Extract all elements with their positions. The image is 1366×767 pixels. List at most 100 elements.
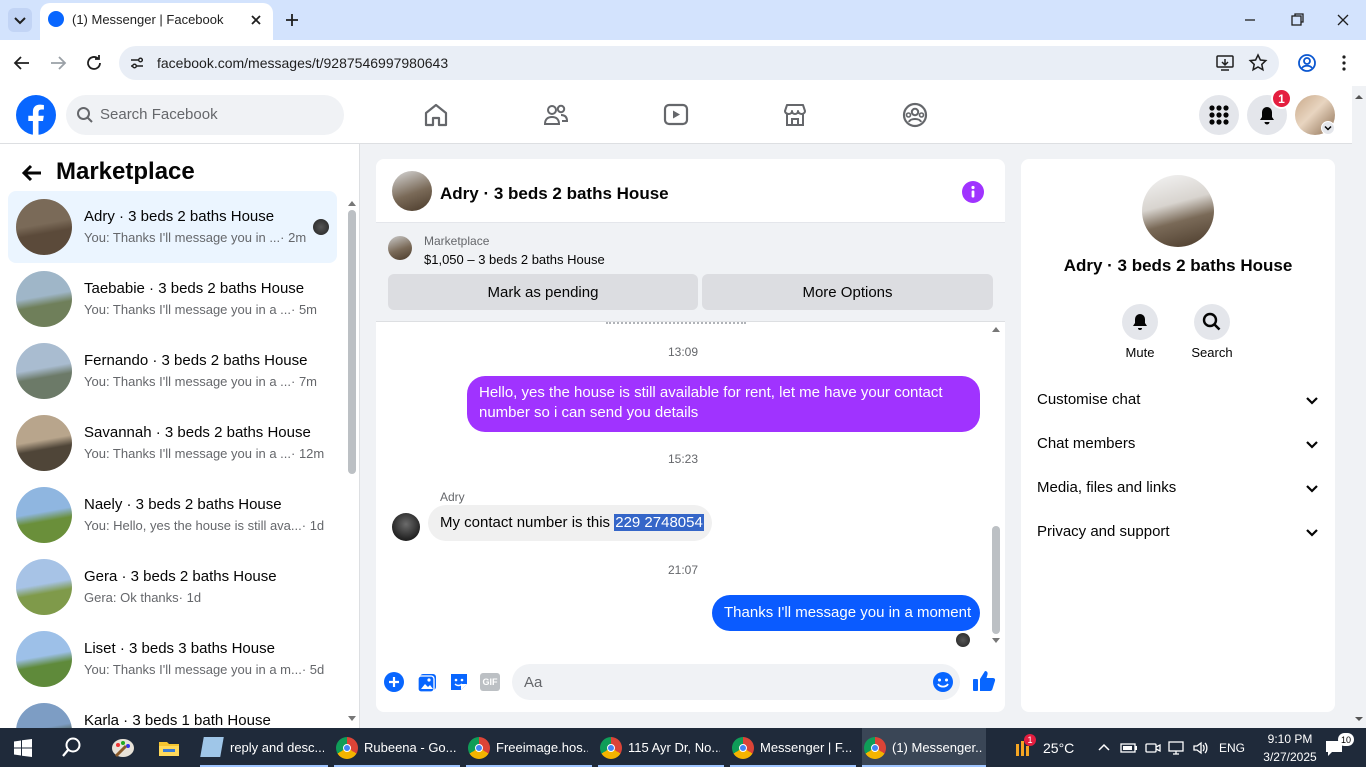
conversation-time: · 7m xyxy=(291,374,317,389)
mute-button[interactable] xyxy=(1122,304,1158,340)
volume-status[interactable] xyxy=(1192,740,1210,756)
taskbar-app-label: Freeimage.hos... xyxy=(496,740,588,755)
tab-search-button[interactable] xyxy=(8,8,32,32)
clock-date[interactable]: 3/27/2025 xyxy=(1256,750,1324,764)
facebook-logo[interactable] xyxy=(15,94,57,136)
conversation-thumbnail xyxy=(16,199,72,255)
action-center-badge: 10 xyxy=(1338,733,1354,746)
url-text[interactable]: facebook.com/messages/t/9287546997980643 xyxy=(157,55,448,71)
sticker-button[interactable] xyxy=(448,671,470,693)
gif-button[interactable]: GIF xyxy=(480,673,500,691)
chat-title[interactable]: Adry · 3 beds 2 baths House xyxy=(440,184,669,204)
menu-button[interactable] xyxy=(1199,95,1239,135)
sidebar-scroll-thumb[interactable] xyxy=(348,210,356,474)
taskbar-app[interactable]: Messenger | F... xyxy=(730,728,856,767)
tab-close-button[interactable] xyxy=(246,10,266,30)
listing-price[interactable]: $1,050 – 3 beds 2 baths House xyxy=(424,252,605,267)
search-icon xyxy=(1202,312,1221,331)
incoming-message[interactable]: My contact number is this 229 2748054 xyxy=(428,505,712,541)
info-row[interactable]: Media, files and links xyxy=(1029,471,1327,507)
scroll-up-icon xyxy=(348,201,356,206)
back-button[interactable] xyxy=(11,52,33,74)
conversation-info-button[interactable] xyxy=(962,181,984,203)
bookmark-button[interactable] xyxy=(1248,53,1268,73)
window-minimize-button[interactable] xyxy=(1240,10,1260,30)
input-language[interactable]: ENG xyxy=(1219,741,1245,755)
taskbar-app-paint[interactable] xyxy=(110,736,136,760)
network-status[interactable] xyxy=(1168,740,1186,756)
taskbar-app-file-explorer[interactable] xyxy=(158,738,180,758)
seen-indicator-avatar xyxy=(956,633,970,647)
like-button[interactable] xyxy=(972,669,996,693)
start-button[interactable] xyxy=(14,739,32,757)
browser-menu-button[interactable] xyxy=(1334,53,1354,73)
info-title: Adry · 3 beds 2 baths House xyxy=(1063,256,1293,275)
conversation-snippet-text: You: Thanks I'll message you in ... xyxy=(84,230,281,245)
conversation-title: Gera · 3 beds 2 baths House xyxy=(84,568,277,585)
temperature[interactable]: 25°C xyxy=(1043,740,1074,756)
nav-groups-button[interactable] xyxy=(901,101,929,129)
conversation-snippet: You: Thanks I'll message you in a ...· 1… xyxy=(84,446,324,461)
taskbar-search-button[interactable] xyxy=(61,736,83,758)
profile-button[interactable] xyxy=(1297,53,1317,73)
clock-time[interactable]: 9:10 PM xyxy=(1262,732,1318,746)
nav-marketplace-button[interactable] xyxy=(781,101,809,129)
show-hidden-icons-button[interactable] xyxy=(1097,741,1111,755)
search-in-conversation-button[interactable] xyxy=(1194,304,1230,340)
site-info-icon[interactable] xyxy=(128,54,146,72)
battery-status[interactable] xyxy=(1120,741,1138,755)
star-icon xyxy=(1248,53,1268,72)
nav-friends-button[interactable] xyxy=(542,101,570,129)
conversation-snippet: You: Thanks I'll message you in a ...· 5… xyxy=(84,302,317,317)
meet-now-status[interactable] xyxy=(1145,740,1161,756)
friends-icon xyxy=(543,104,569,125)
back-to-marketplace-button[interactable] xyxy=(18,160,46,186)
mark-as-pending-button[interactable]: Mark as pending xyxy=(388,274,698,310)
scroll-up-icon xyxy=(1355,95,1363,99)
taskbar-app[interactable]: Freeimage.hos... xyxy=(466,728,592,767)
attach-photo-button[interactable] xyxy=(416,671,438,693)
page-scrollbar[interactable] xyxy=(1352,86,1366,728)
more-actions-button[interactable] xyxy=(384,672,404,692)
conversation-title: Savannah · 3 beds 2 baths House xyxy=(84,424,311,441)
chat-header-avatar[interactable] xyxy=(392,171,432,211)
forward-button[interactable] xyxy=(47,52,69,74)
chrome-center-icon xyxy=(739,744,747,752)
nav-home-button[interactable] xyxy=(422,101,450,129)
install-app-button[interactable] xyxy=(1215,53,1235,73)
sidebar-scrollbar[interactable] xyxy=(346,198,358,724)
emoji-button[interactable] xyxy=(932,671,954,693)
new-tab-button[interactable] xyxy=(282,10,302,30)
listing-thumbnail[interactable] xyxy=(388,236,412,260)
chevron-down-icon xyxy=(14,17,26,25)
reload-button[interactable] xyxy=(83,52,105,74)
close-icon xyxy=(251,15,261,25)
taskbar-app[interactable]: (1) Messenger... xyxy=(862,728,986,767)
facebook-logo-icon xyxy=(16,95,56,135)
info-row[interactable]: Chat members xyxy=(1029,427,1327,463)
nav-video-button[interactable] xyxy=(662,101,690,129)
sender-avatar[interactable] xyxy=(392,513,420,541)
home-icon xyxy=(424,103,448,127)
minimize-icon xyxy=(1245,19,1255,21)
more-options-button[interactable]: More Options xyxy=(702,274,993,310)
window-maximize-button[interactable] xyxy=(1287,10,1307,30)
outgoing-message-2[interactable]: Thanks I'll message you in a moment xyxy=(712,595,980,631)
taskbar-app[interactable]: 115 Ayr Dr, No... xyxy=(598,728,724,767)
message-input[interactable] xyxy=(512,664,960,700)
window-close-button[interactable] xyxy=(1333,10,1353,30)
info-row[interactable]: Customise chat xyxy=(1029,383,1327,419)
chevron-down-icon xyxy=(1306,441,1318,449)
outgoing-message-1[interactable]: Hello, yes the house is still available … xyxy=(467,376,980,432)
tab-title: (1) Messenger | Facebook xyxy=(72,12,224,27)
conversation-title: Karla · 3 beds 1 bath House xyxy=(84,712,271,728)
account-menu-chevron[interactable] xyxy=(1321,121,1335,135)
chat-scrollbar[interactable] xyxy=(990,322,1002,646)
info-avatar[interactable] xyxy=(1142,175,1214,247)
info-row[interactable]: Privacy and support xyxy=(1029,515,1327,551)
taskbar-app[interactable]: reply and desc... xyxy=(200,728,328,767)
chat-scroll-thumb[interactable] xyxy=(992,526,1000,634)
taskbar-app[interactable]: Rubeena - Go... xyxy=(334,728,460,767)
action-center-count: 10 xyxy=(1340,734,1351,745)
selected-phone-number[interactable]: 229 2748054 xyxy=(614,514,704,531)
